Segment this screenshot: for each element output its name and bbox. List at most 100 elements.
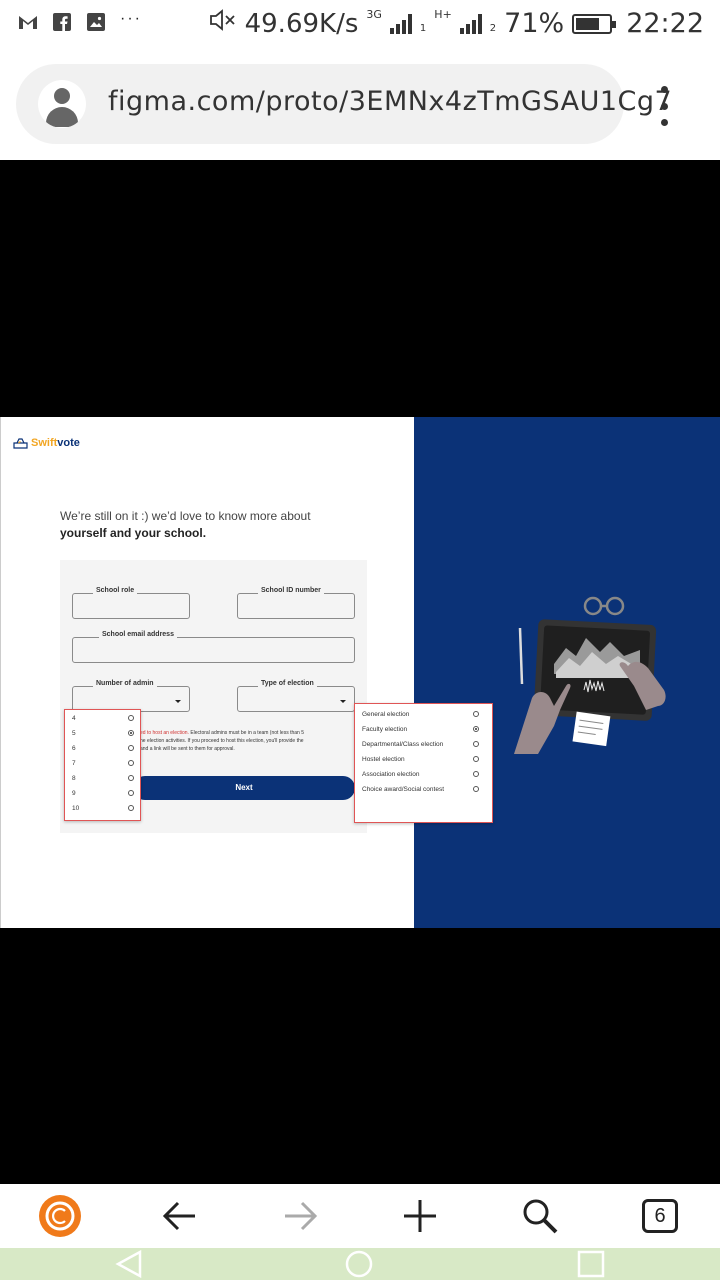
admin-count-option-label: 9 — [72, 790, 76, 797]
admin-count-option[interactable]: 9 — [65, 786, 140, 801]
network-type-1: 3G — [366, 8, 382, 21]
overflow-menu-icon[interactable] — [652, 86, 676, 126]
brand-vote: vote — [57, 437, 80, 449]
sim-2-label: 2 — [489, 23, 497, 34]
radio-button[interactable] — [128, 775, 134, 781]
brand-swift: Swift — [31, 437, 58, 449]
browser-logo-icon[interactable] — [38, 1194, 82, 1238]
type-of-election-select[interactable]: Type of election — [237, 680, 355, 712]
tab-count: 6 — [642, 1199, 678, 1233]
election-type-option-label: Departmental/Class election — [362, 741, 444, 748]
next-button[interactable]: Next — [133, 776, 355, 800]
school-id-field[interactable]: School ID number — [237, 587, 355, 619]
admin-count-option[interactable]: 8 — [65, 771, 140, 786]
election-type-option-label: Faculty election — [362, 726, 408, 733]
election-type-option[interactable]: Hostel election — [355, 752, 492, 767]
search-icon[interactable] — [518, 1194, 562, 1238]
admin-notice: ed to host an election. Electoral admins… — [140, 729, 350, 753]
admin-count-option-label: 10 — [72, 805, 80, 812]
system-recents-icon[interactable] — [576, 1250, 606, 1278]
admin-count-option-label: 4 — [72, 715, 76, 722]
url-text[interactable]: figma.com/proto/3EMNx4zTmGSAU1Cg7 — [108, 86, 672, 117]
network-type-2: H+ — [434, 8, 452, 21]
battery-icon — [572, 13, 617, 34]
school-role-label: School role — [93, 587, 138, 594]
network-speed: 49.69K/s — [244, 8, 359, 39]
intro-strong: yourself and your school. — [60, 526, 207, 540]
election-type-option-label: Association election — [362, 771, 420, 778]
back-arrow-icon[interactable] — [158, 1194, 202, 1238]
admin-count-option[interactable]: 6 — [65, 741, 140, 756]
election-type-option[interactable]: Departmental/Class election — [355, 737, 492, 752]
admin-count-option[interactable]: 4 — [65, 711, 140, 726]
notice-red-text: ed to host an election. — [140, 730, 189, 736]
election-type-option-label: Choice award/Social contest — [362, 786, 445, 793]
signal-2-icon — [459, 13, 482, 34]
admin-count-option[interactable]: 5 — [65, 726, 140, 741]
system-navigation-bar — [0, 1248, 720, 1280]
browser-bottom-bar: 6 — [0, 1184, 720, 1248]
swiftvote-logo: Swift vote — [13, 437, 80, 449]
notice-line-3: and a link will be sent to them for appr… — [140, 746, 235, 752]
clock: 22:22 — [626, 8, 704, 39]
ballot-box-icon — [13, 437, 28, 449]
radio-button[interactable] — [128, 790, 134, 796]
tablet-analytics-illustration — [514, 596, 666, 754]
election-type-option-label: Hostel election — [362, 756, 405, 763]
profile-avatar-icon[interactable] — [38, 80, 86, 128]
system-back-icon[interactable] — [114, 1250, 144, 1278]
radio-button[interactable] — [473, 741, 479, 747]
admin-count-option-label: 8 — [72, 775, 76, 782]
election-type-option[interactable]: Association election — [355, 767, 492, 782]
type-of-election-dropdown: General election Faculty election Departme… — [354, 703, 493, 823]
school-id-label: School ID number — [258, 587, 324, 594]
sim-1-label: 1 — [419, 23, 427, 34]
radio-button[interactable] — [473, 726, 479, 732]
signal-icon — [389, 13, 412, 34]
admin-count-option[interactable]: 10 — [65, 801, 140, 816]
form-pane: Swift vote We’re still on it :) we’d love… — [0, 417, 414, 928]
more-dots-icon: ··· — [120, 10, 142, 27]
notice-line-2: he election activities. If you proceed t… — [140, 738, 304, 744]
election-type-option[interactable]: General election — [355, 707, 492, 722]
number-of-admin-label: Number of admin — [93, 680, 157, 687]
radio-button[interactable] — [473, 786, 479, 792]
browser-toolbar: figma.com/proto/3EMNx4zTmGSAU1Cg7 — [0, 48, 720, 160]
system-home-icon[interactable] — [344, 1250, 374, 1278]
radio-button[interactable] — [128, 805, 134, 811]
admin-count-option-label: 6 — [72, 745, 76, 752]
facebook-icon — [52, 12, 72, 32]
admin-count-option[interactable]: 7 — [65, 756, 140, 771]
status-bar: ··· 49.69K/s 3G 1 H+ 2 71% 22:22 — [0, 0, 720, 48]
address-bar[interactable]: figma.com/proto/3EMNx4zTmGSAU1Cg7 — [16, 64, 672, 144]
admin-count-option-label: 5 — [72, 730, 76, 737]
school-role-field[interactable]: School role — [72, 587, 190, 619]
chevron-down-icon — [175, 700, 181, 703]
number-of-admin-dropdown: 4 5 6 7 8 9 10 — [64, 709, 141, 821]
forward-arrow-icon[interactable] — [278, 1194, 322, 1238]
radio-button[interactable] — [473, 711, 479, 717]
school-email-field[interactable]: School email address — [72, 631, 355, 663]
election-type-option[interactable]: Choice award/Social contest — [355, 782, 492, 797]
radio-button[interactable] — [128, 745, 134, 751]
admin-count-option-label: 7 — [72, 760, 76, 767]
chevron-down-icon — [340, 700, 346, 703]
election-type-option-label: General election — [362, 711, 410, 718]
gmail-icon — [18, 12, 38, 32]
radio-button[interactable] — [128, 715, 134, 721]
election-type-option[interactable]: Faculty election — [355, 722, 492, 737]
notice-text: Electoral admins must be in a team (not … — [188, 730, 304, 736]
school-email-label: School email address — [99, 631, 177, 638]
battery-percent: 71% — [504, 8, 565, 39]
mute-icon — [209, 8, 237, 39]
radio-button[interactable] — [473, 771, 479, 777]
type-of-election-label: Type of election — [258, 680, 317, 687]
prototype-frame: Swift vote We’re still on it :) we’d love… — [0, 417, 720, 928]
intro-line: We’re still on it :) we’d love to know m… — [60, 509, 311, 523]
tab-switcher-button[interactable]: 6 — [638, 1194, 682, 1238]
radio-button[interactable] — [473, 756, 479, 762]
illustration-pane — [414, 417, 720, 928]
new-tab-plus-icon[interactable] — [398, 1194, 442, 1238]
radio-button[interactable] — [128, 730, 134, 736]
radio-button[interactable] — [128, 760, 134, 766]
